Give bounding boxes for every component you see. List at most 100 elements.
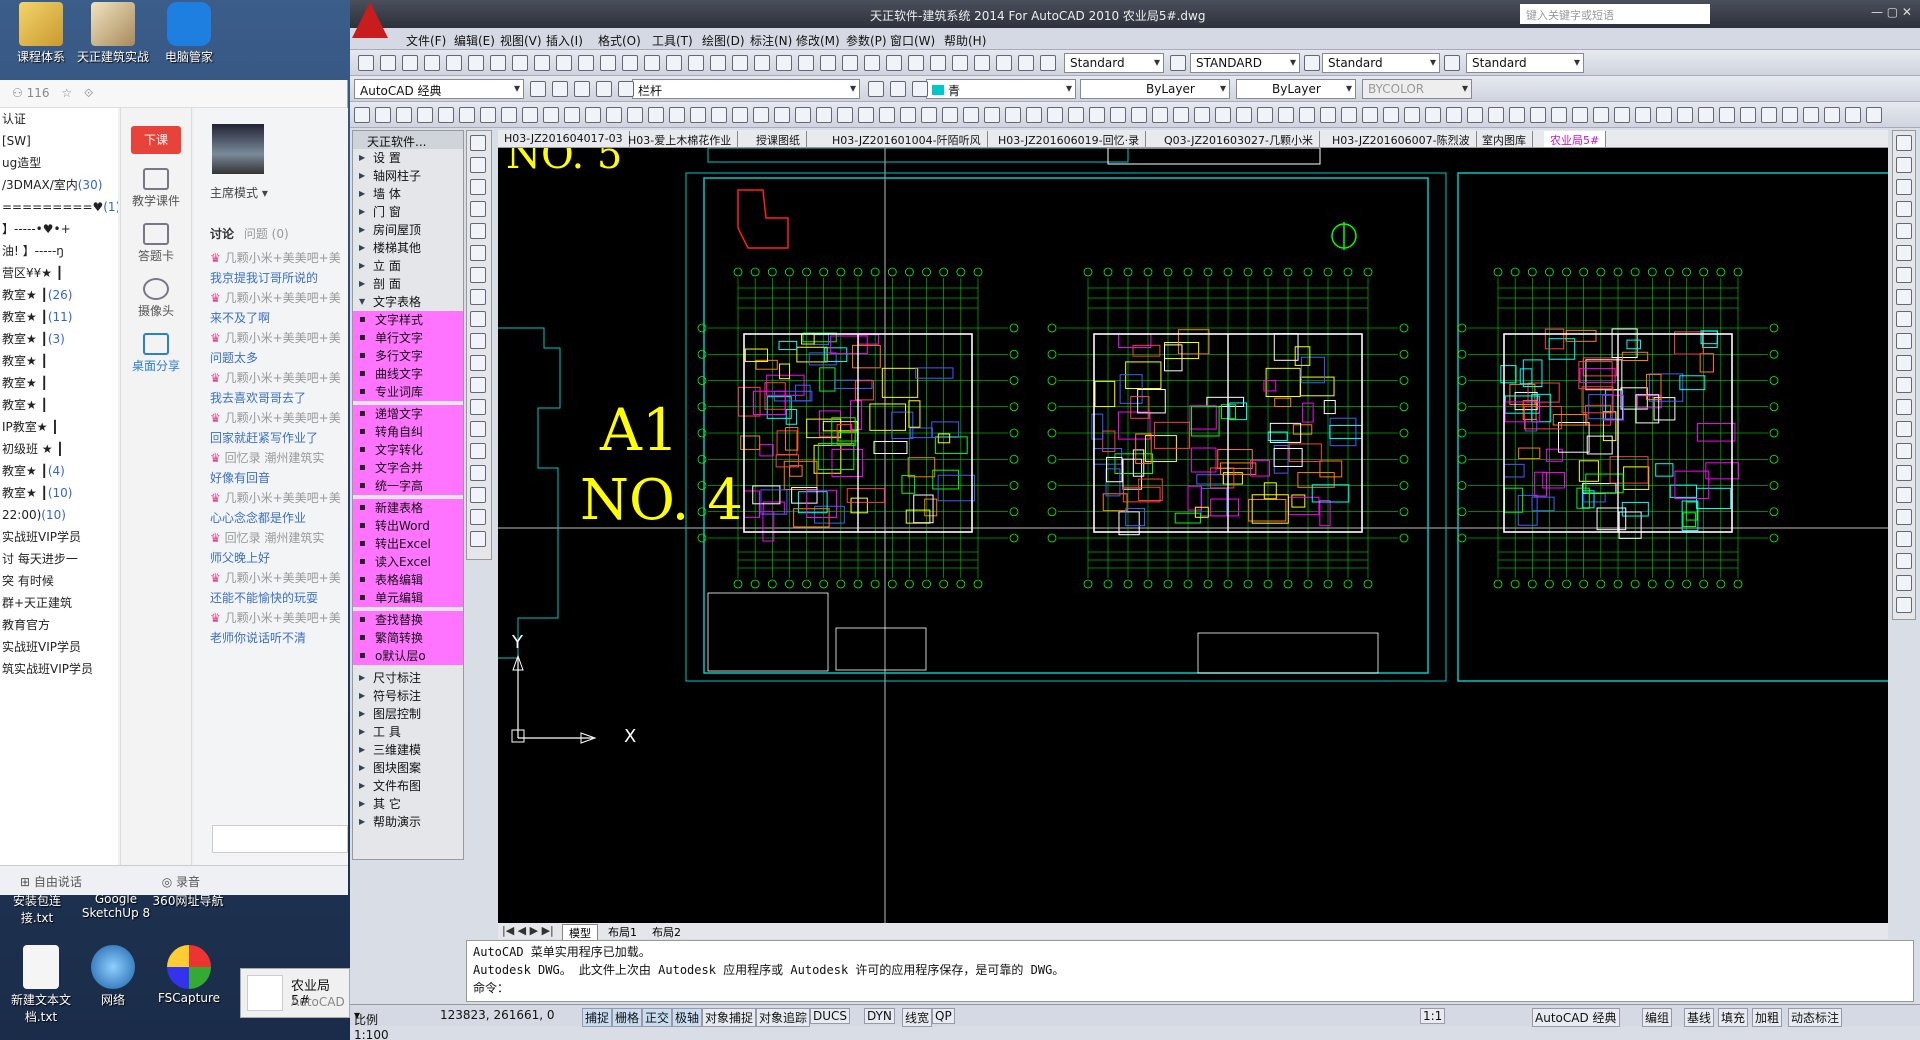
toolbar-button-icon[interactable] bbox=[1896, 575, 1912, 591]
toolbar-button-icon[interactable] bbox=[690, 107, 706, 123]
palette-item[interactable]: 新建表格 bbox=[353, 499, 463, 517]
toolbar-button-icon[interactable] bbox=[417, 107, 433, 123]
toolbar-button-icon[interactable] bbox=[1530, 107, 1546, 123]
palette-item[interactable]: 转出Word bbox=[353, 517, 463, 535]
toolbar-button-icon[interactable] bbox=[879, 107, 895, 123]
document-tab[interactable]: H03-JZ201601004-阡陌听风 bbox=[826, 131, 988, 147]
toolbar-button-icon[interactable] bbox=[754, 55, 770, 71]
toolbar-button-icon[interactable] bbox=[470, 465, 486, 481]
toolbar-button-icon[interactable] bbox=[774, 107, 790, 123]
menu-item[interactable]: 编辑(E) bbox=[454, 32, 495, 49]
toolbar-button-icon[interactable] bbox=[1896, 531, 1912, 547]
dim-style-combo[interactable]: STANDARD bbox=[1190, 53, 1300, 73]
list-item[interactable]: 突 有时候 bbox=[0, 570, 118, 592]
toolbar-button-icon[interactable] bbox=[921, 107, 937, 123]
list-item[interactable]: [SW] bbox=[0, 130, 118, 152]
document-tab[interactable]: H03-JZ201606019-回忆·录 bbox=[992, 131, 1147, 147]
list-item[interactable]: 教室★ ┃(11) bbox=[0, 306, 118, 328]
toolbar-button-icon[interactable] bbox=[530, 81, 546, 97]
free-talk-button[interactable]: ⊞ 自由说话 bbox=[20, 875, 120, 889]
toolbar-button-icon[interactable] bbox=[908, 55, 924, 71]
palette-item[interactable]: 繁简转换 bbox=[353, 629, 463, 647]
end-class-button[interactable]: 下课 bbox=[131, 126, 181, 154]
status-toggle-button[interactable]: 正交 bbox=[642, 1008, 673, 1027]
toolbar-button-icon[interactable] bbox=[1304, 55, 1320, 71]
record-button[interactable]: ◎ 录音 bbox=[162, 875, 238, 889]
palette-item[interactable]: 剖 面 bbox=[353, 275, 463, 293]
status-right-item[interactable]: 基线 bbox=[1684, 1008, 1715, 1027]
menu-item[interactable]: 工具(T) bbox=[652, 32, 693, 49]
toolbar-button-icon[interactable] bbox=[942, 107, 958, 123]
mleader-style-combo[interactable]: Standard bbox=[1466, 53, 1584, 73]
toolbar-button-icon[interactable] bbox=[552, 81, 568, 97]
status-right-item[interactable]: 1:1 bbox=[1420, 1008, 1446, 1024]
scale-select[interactable]: 比例 1:100 ▾ bbox=[354, 1008, 389, 1040]
toolbar-button-icon[interactable] bbox=[912, 81, 928, 97]
toolbar-button-icon[interactable] bbox=[688, 55, 704, 71]
toolbar-button-icon[interactable] bbox=[1896, 245, 1912, 261]
tab-nav-arrows[interactable]: |◀ ◀ ▶ ▶| bbox=[502, 924, 554, 937]
desktop-icon-course[interactable]: 课程体系 bbox=[0, 2, 82, 65]
window-controls[interactable]: — ▢ ✕ bbox=[1871, 5, 1912, 19]
toolbar-button-icon[interactable] bbox=[1896, 399, 1912, 415]
linetype-combo[interactable]: ByLayer bbox=[1080, 79, 1230, 99]
toolbar-button-icon[interactable] bbox=[1896, 421, 1912, 437]
toolbar-button-icon[interactable] bbox=[795, 107, 811, 123]
menu-item[interactable]: 插入(I) bbox=[546, 32, 583, 49]
toolbar-button-icon[interactable] bbox=[732, 107, 748, 123]
status-toggle-button[interactable]: 栅格 bbox=[612, 1008, 643, 1027]
palette-item[interactable]: 转出Excel bbox=[353, 535, 463, 553]
status-right-item[interactable]: 动态标注 bbox=[1788, 1008, 1843, 1027]
toolbar-button-icon[interactable] bbox=[543, 107, 559, 123]
palette-item[interactable]: 楼梯其他 bbox=[353, 239, 463, 257]
toolbar-button-icon[interactable] bbox=[1236, 107, 1252, 123]
toolbar-button-icon[interactable] bbox=[446, 55, 462, 71]
toolbar-button-icon[interactable] bbox=[470, 135, 486, 151]
palette-item[interactable]: 表格编辑 bbox=[353, 571, 463, 589]
toolbar-button-icon[interactable] bbox=[556, 55, 572, 71]
desktop-share-tool[interactable]: 桌面分享 bbox=[121, 333, 191, 374]
toolbar-button-icon[interactable] bbox=[1341, 107, 1357, 123]
palette-item[interactable]: 单元编辑 bbox=[353, 589, 463, 607]
toolbar-button-icon[interactable] bbox=[470, 531, 486, 547]
menu-item[interactable]: 绘图(D) bbox=[702, 32, 745, 49]
document-tab[interactable]: Q03-JZ201603027-几颗小米 bbox=[1158, 131, 1320, 147]
list-item[interactable]: 讨 每天进步一 bbox=[0, 548, 118, 570]
palette-item[interactable]: 尺寸标注 bbox=[353, 669, 463, 687]
desktop-icon-new-txt[interactable]: 新建文本文档.txt bbox=[0, 945, 82, 1025]
toolbar-button-icon[interactable] bbox=[984, 107, 1000, 123]
palette-item[interactable]: 图块图案 bbox=[353, 759, 463, 777]
toolbar-button-icon[interactable] bbox=[820, 55, 836, 71]
status-toggle-button[interactable]: 对象捕捉 bbox=[702, 1008, 757, 1027]
toolbar-button-icon[interactable] bbox=[864, 55, 880, 71]
toolbar-button-icon[interactable] bbox=[470, 157, 486, 173]
palette-item[interactable]: 图层控制 bbox=[353, 705, 463, 723]
toolbar-button-icon[interactable] bbox=[578, 55, 594, 71]
status-right-item[interactable]: AutoCAD 经典 bbox=[1532, 1008, 1620, 1027]
menu-item[interactable]: 参数(P) bbox=[846, 32, 887, 49]
toolbar-button-icon[interactable] bbox=[1068, 107, 1084, 123]
courseware-tool[interactable]: 教学课件 bbox=[121, 168, 191, 209]
toolbar-button-icon[interactable] bbox=[606, 107, 622, 123]
desktop-icon-sketchup[interactable]: Google SketchUp 8 bbox=[76, 892, 156, 920]
toolbar-button-icon[interactable] bbox=[512, 55, 528, 71]
desktop-icon-pcmgr[interactable]: 电脑管家 bbox=[148, 2, 230, 65]
list-item[interactable]: 认证 bbox=[0, 108, 118, 130]
toolbar-button-icon[interactable] bbox=[1845, 107, 1861, 123]
toolbar-button-icon[interactable] bbox=[618, 81, 634, 97]
toolbar-button-icon[interactable] bbox=[732, 55, 748, 71]
toolbar-button-icon[interactable] bbox=[1656, 107, 1672, 123]
toolbar-button-icon[interactable] bbox=[1509, 107, 1525, 123]
toolbar-button-icon[interactable] bbox=[1593, 107, 1609, 123]
palette-item[interactable]: 统一字高 bbox=[353, 477, 463, 495]
toolbar-button-icon[interactable] bbox=[470, 355, 486, 371]
toolbar-button-icon[interactable] bbox=[470, 421, 486, 437]
toolbar-button-icon[interactable] bbox=[1896, 597, 1912, 613]
toolbar-button-icon[interactable] bbox=[776, 55, 792, 71]
status-toggle-button[interactable]: 捕捉 bbox=[582, 1008, 613, 1027]
toolbar-button-icon[interactable] bbox=[522, 107, 538, 123]
status-right-item[interactable]: 填充 bbox=[1718, 1008, 1749, 1027]
document-tab[interactable]: H03-爱上木棉花作业 bbox=[622, 131, 739, 147]
toolbar-button-icon[interactable] bbox=[868, 81, 884, 97]
toolbar-button-icon[interactable] bbox=[963, 107, 979, 123]
